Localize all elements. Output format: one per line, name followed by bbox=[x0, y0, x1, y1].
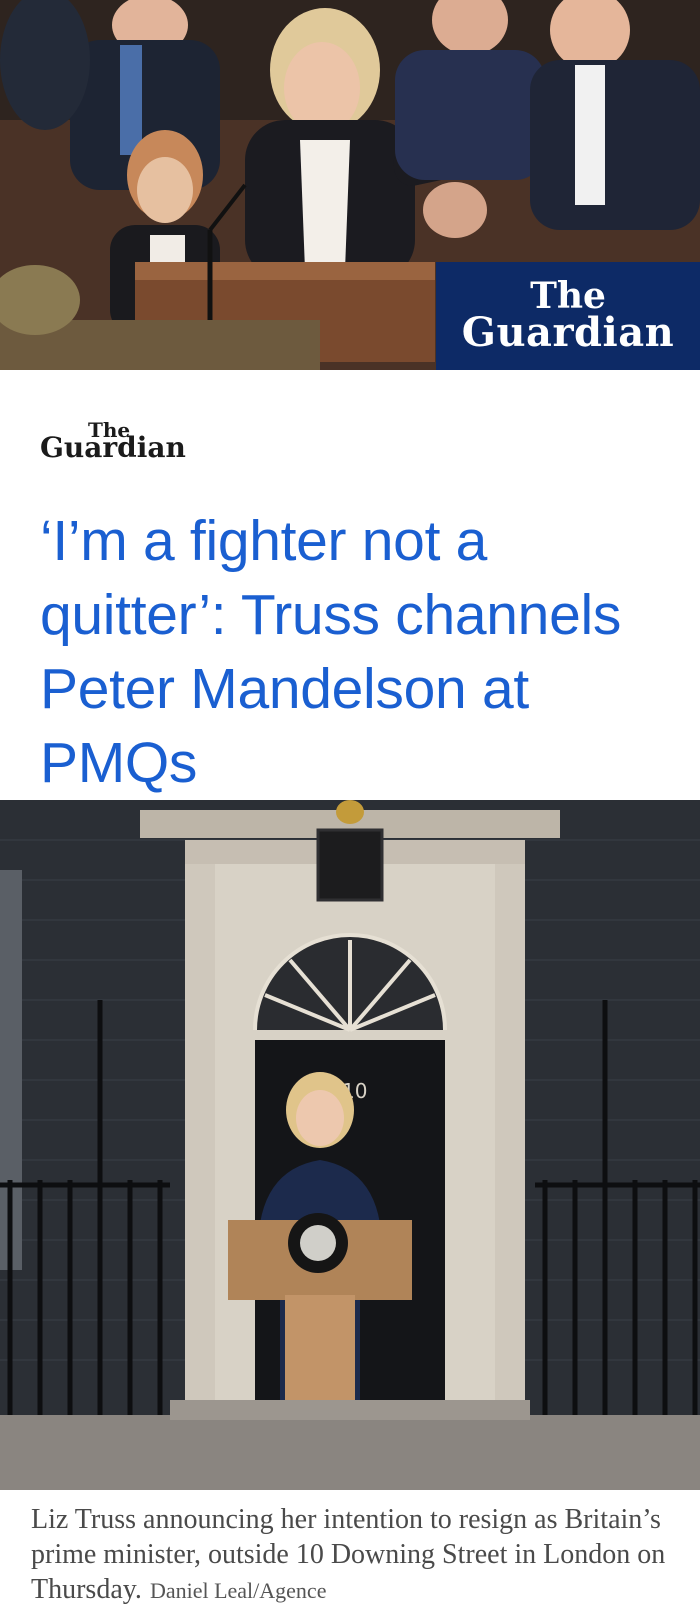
brand-word-guardian: Guardian bbox=[461, 309, 675, 356]
photo-credit: Daniel Leal/Agence bbox=[149, 1578, 327, 1603]
logo-word-guardian: Guardian bbox=[40, 431, 186, 464]
article-headline[interactable]: ‘I’m a fighter not a quitter’: Truss cha… bbox=[40, 504, 670, 800]
downing-street-illustration: 10 bbox=[0, 800, 700, 1490]
downing-street-photo: 10 bbox=[0, 800, 700, 1490]
caption-text: Liz Truss announcing her intention to re… bbox=[31, 1504, 666, 1605]
guardian-logo[interactable]: The Guardian bbox=[40, 420, 210, 462]
guardian-brand-badge: The Guardian bbox=[436, 262, 700, 370]
top-news-photo: The Guardian bbox=[0, 0, 700, 370]
photo-caption: Liz Truss announcing her intention to re… bbox=[31, 1502, 671, 1608]
